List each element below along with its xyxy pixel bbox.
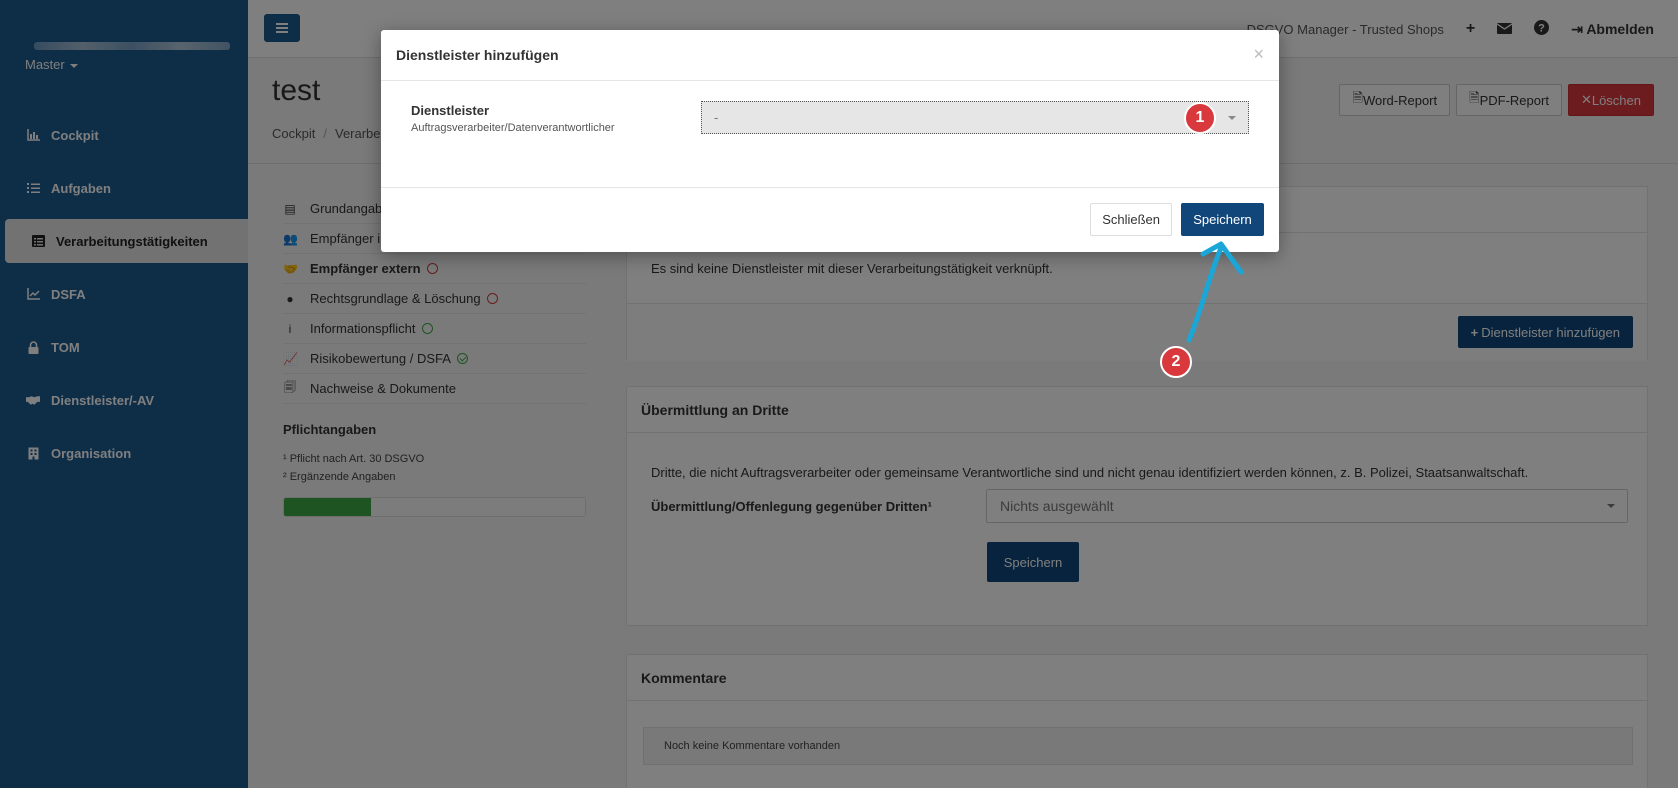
- modal-footer: Schließen Speichern: [381, 187, 1279, 252]
- close-icon[interactable]: ×: [1253, 44, 1264, 65]
- dienstleister-field-sublabel: Auftragsverarbeiter/Datenverantwortliche…: [411, 122, 615, 134]
- caret-down-icon: [1228, 116, 1236, 120]
- pointer-arrow-icon: [1186, 241, 1244, 343]
- dienstleister-select[interactable]: -: [701, 101, 1249, 134]
- save-button[interactable]: Speichern: [1181, 203, 1264, 236]
- add-dienstleister-modal: Dienstleister hinzufügen × Dienstleister…: [381, 30, 1279, 252]
- step-badge-2: 2: [1160, 346, 1192, 378]
- dienstleister-select-value: -: [714, 110, 719, 125]
- step-badge-1: 1: [1184, 102, 1216, 134]
- close-button[interactable]: Schließen: [1090, 203, 1172, 236]
- dienstleister-field-label: Dienstleister: [411, 103, 490, 118]
- modal-title: Dienstleister hinzufügen: [381, 30, 1279, 81]
